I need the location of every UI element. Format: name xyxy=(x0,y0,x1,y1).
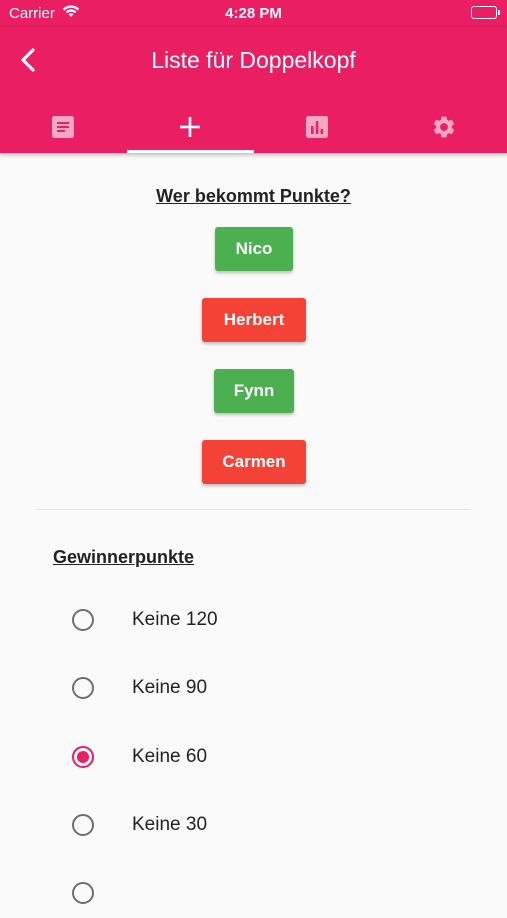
list-icon xyxy=(52,116,75,138)
radio-option-partial[interactable] xyxy=(0,868,507,918)
tab-stats[interactable] xyxy=(254,101,381,153)
radio-option-keine-120[interactable]: Keine 120 xyxy=(0,595,507,645)
radio-label: Keine 60 xyxy=(132,746,208,767)
radio-button-selected[interactable] xyxy=(72,746,94,768)
players-heading: Wer bekommt Punkte? xyxy=(156,186,351,206)
radio-button[interactable] xyxy=(72,677,94,699)
tab-bar xyxy=(0,101,507,153)
radio-button[interactable] xyxy=(72,814,94,836)
main-content: Wer bekommt Punkte? Nico Herbert Fynn Ca… xyxy=(0,153,507,904)
app-bar: Liste für Doppelkopf xyxy=(0,27,507,153)
radio-label: Keine 90 xyxy=(132,677,208,698)
tab-settings[interactable] xyxy=(380,101,507,153)
player-button-nico[interactable]: Nico xyxy=(215,227,293,271)
winner-points-heading: Gewinnerpunkte xyxy=(53,547,195,567)
radio-label: Keine 30 xyxy=(132,814,208,835)
tab-add[interactable] xyxy=(126,101,254,153)
radio-option-keine-30[interactable]: Keine 30 xyxy=(0,800,507,850)
battery-icon xyxy=(471,6,500,19)
radio-option-keine-60[interactable]: Keine 60 xyxy=(0,732,507,782)
tab-list[interactable] xyxy=(0,101,127,153)
clock: 4:28 PM xyxy=(225,5,282,22)
player-button-fynn[interactable]: Fynn xyxy=(214,369,294,413)
status-bar: Carrier 4:28 PM xyxy=(0,0,507,27)
player-button-herbert[interactable]: Herbert xyxy=(202,298,306,342)
player-button-carmen[interactable]: Carmen xyxy=(202,440,306,484)
radio-button[interactable] xyxy=(72,609,94,631)
page-title: Liste für Doppelkopf xyxy=(151,47,356,73)
chart-icon xyxy=(305,116,328,138)
radio-button[interactable] xyxy=(72,882,94,904)
radio-label: Keine 120 xyxy=(132,609,218,630)
radio-option-keine-90[interactable]: Keine 90 xyxy=(0,663,507,713)
gear-icon xyxy=(433,116,454,138)
add-icon xyxy=(180,117,201,137)
divider xyxy=(36,509,471,510)
